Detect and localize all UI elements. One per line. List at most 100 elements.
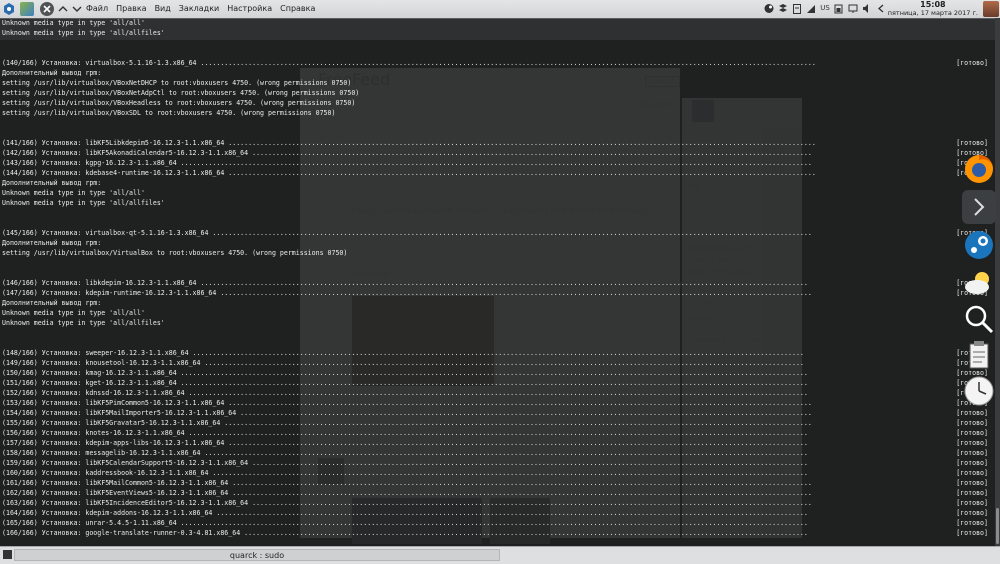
terminal-line: setting /usr/lib/virtualbox/VBoxNetAdpCt… (2, 88, 990, 98)
terminal-line: Unknown media type in type 'all/all' (2, 188, 990, 198)
terminal-line: (149/166) Установка: knousetool-16.12.3-… (2, 358, 990, 368)
terminal-line-text: (165/166) Установка: unrar-5.4.5-1.11.x8… (2, 519, 808, 527)
terminal-line: (166/166) Установка: google-translate-ru… (2, 528, 990, 538)
status-done: [готово] (956, 459, 988, 467)
terminal-line-text: setting /usr/lib/virtualbox/VBoxNetDHCP … (2, 79, 352, 87)
menu-bookmarks[interactable]: Закладки (179, 4, 219, 13)
keyboard-layout-indicator[interactable]: US (818, 3, 832, 14)
status-done: [готово] (956, 439, 988, 447)
menu-help[interactable]: Справка (280, 4, 315, 13)
terminal-line-text: (156/166) Установка: knotes-16.12.3-1.1.… (2, 429, 808, 437)
terminal-line-text: (146/166) Установка: libkdepim-16.12.3-1… (2, 279, 808, 287)
status-done: [готово] (956, 429, 988, 437)
menu-settings[interactable]: Настройка (227, 4, 272, 13)
clipboard-tray-icon[interactable] (792, 3, 802, 14)
weather-icon[interactable] (962, 266, 996, 300)
status-done: [готово] (956, 59, 988, 67)
terminal-line-text: (141/166) Установка: libKF5Libkdepim5-16… (2, 139, 816, 147)
app-dock (962, 150, 998, 420)
terminal-app-icon[interactable] (3, 550, 12, 559)
terminal-line-text: (151/166) Установка: kget-16.12.3-1.1.x8… (2, 379, 808, 387)
app-launcher-icon[interactable] (2, 2, 16, 16)
chevron-up-icon[interactable] (56, 2, 70, 16)
terminal-line: (150/166) Установка: kmag-16.12.3-1.1.x8… (2, 368, 990, 378)
clock[interactable]: 15:08 пятница, 17 марта 2017 г. (888, 1, 978, 18)
terminal-line: (158/166) Установка: messagelib-16.12.3-… (2, 448, 990, 458)
status-done: [готово] (956, 479, 988, 487)
close-window-icon[interactable] (40, 2, 54, 16)
clipboard-icon[interactable] (962, 338, 996, 372)
terminal-line: Дополнительный вывод rpm: (2, 238, 990, 248)
bottom-taskbar: quarck : sudo (0, 546, 1000, 564)
terminal-line-text: Unknown media type in type 'all/all' (2, 19, 145, 27)
terminal-line: (155/166) Установка: libKF5Gravatar5-16.… (2, 418, 990, 428)
terminal-line: (148/166) Установка: sweeper-16.12.3-1.1… (2, 348, 990, 358)
terminal-line-text: (149/166) Установка: knousetool-16.12.3-… (2, 359, 804, 367)
expand-tray-icon[interactable] (876, 3, 886, 14)
terminal-line: (165/166) Установка: unrar-5.4.5-1.11.x8… (2, 518, 990, 528)
menu-edit[interactable]: Правка (116, 4, 146, 13)
status-done: [готово] (956, 509, 988, 517)
status-done: [готово] (956, 499, 988, 507)
terminal-line-text: (147/166) Установка: kdepim-runtime-16.1… (2, 289, 812, 297)
terminal-line-text: Unknown media type in type 'all/allfiles… (2, 29, 165, 37)
task-button-terminal[interactable]: quarck : sudo (14, 549, 500, 561)
terminal-line: (151/166) Установка: kget-16.12.3-1.1.x8… (2, 378, 990, 388)
terminal-line: setting /usr/lib/virtualbox/VBoxNetDHCP … (2, 78, 990, 88)
terminal-line: setting /usr/lib/virtualbox/VBoxHeadless… (2, 98, 990, 108)
battery-tray-icon[interactable] (834, 3, 844, 14)
clock-icon[interactable] (962, 374, 996, 408)
chevron-right-icon[interactable] (962, 190, 996, 224)
display-tray-icon[interactable] (848, 3, 858, 14)
scrollbar-thumb[interactable] (996, 508, 999, 544)
steam-tray-icon[interactable] (764, 3, 774, 14)
menu-view[interactable]: Вид (155, 4, 171, 13)
terminal-line-text: (160/166) Установка: kaddressbook-16.12.… (2, 469, 808, 477)
status-done: [готово] (956, 139, 988, 147)
terminal-line: Unknown media type in type 'all/all' (2, 18, 990, 28)
terminal-line-text: (152/166) Установка: kdnssd-16.12.3-1.1.… (2, 389, 808, 397)
terminal-line: (143/166) Установка: kgpg-16.12.3-1.1.x8… (2, 158, 990, 168)
terminal-output[interactable]: Unknown media type in type 'all/all' Unkn… (0, 18, 995, 546)
search-icon[interactable] (962, 302, 996, 336)
status-done: [готово] (956, 519, 988, 527)
terminal-line: setting /usr/lib/virtualbox/VBoxSDL to r… (2, 108, 990, 118)
terminal-line-text: Unknown media type in type 'all/all' (2, 189, 145, 197)
chevron-down-icon[interactable] (70, 2, 84, 16)
terminal-line-text: Unknown media type in type 'all/allfiles… (2, 199, 165, 207)
terminal-line-text: (155/166) Установка: libKF5Gravatar5-16.… (2, 419, 812, 427)
status-done: [готово] (956, 489, 988, 497)
terminal-line: Дополнительный вывод rpm: (2, 298, 990, 308)
dropbox-tray-icon[interactable] (778, 3, 788, 14)
terminal-line: Дополнительный вывод rpm: (2, 178, 990, 188)
network-tray-icon[interactable] (806, 3, 816, 14)
terminal-line-text: Дополнительный вывод rpm: (2, 179, 102, 187)
terminal-line: Unknown media type in type 'all/allfiles… (2, 318, 990, 328)
status-done: [готово] (956, 529, 988, 537)
terminal-line-text: setting /usr/lib/virtualbox/VirtualBox t… (2, 249, 348, 257)
terminal-line-text: (164/166) Установка: kdepim-addons-16.12… (2, 509, 808, 517)
terminal-line: (163/166) Установка: libKF5IncidenceEdit… (2, 498, 990, 508)
steam-icon[interactable] (962, 228, 996, 262)
terminal-line-text: (142/166) Установка: libKF5AkonadiCalend… (2, 149, 812, 157)
firefox-icon[interactable] (962, 152, 996, 186)
terminal-line-text: (166/166) Установка: google-translate-ru… (2, 529, 808, 537)
terminal-line-text: (163/166) Установка: libKF5IncidenceEdit… (2, 499, 812, 507)
user-avatar[interactable] (983, 1, 999, 17)
terminal-line: (154/166) Установка: libKF5MailImporter5… (2, 408, 990, 418)
terminal-line: Дополнительный вывод rpm: (2, 68, 990, 78)
terminal-line: (141/166) Установка: libKF5Libkdepim5-16… (2, 138, 990, 148)
kate-icon[interactable] (20, 2, 34, 16)
terminal-line: (146/166) Установка: libkdepim-16.12.3-1… (2, 278, 990, 288)
terminal-line-text: Дополнительный вывод rpm: (2, 69, 102, 77)
terminal-line: setting /usr/lib/virtualbox/VirtualBox t… (2, 248, 990, 258)
volume-tray-icon[interactable] (862, 3, 872, 14)
menu-file[interactable]: Файл (86, 4, 108, 13)
